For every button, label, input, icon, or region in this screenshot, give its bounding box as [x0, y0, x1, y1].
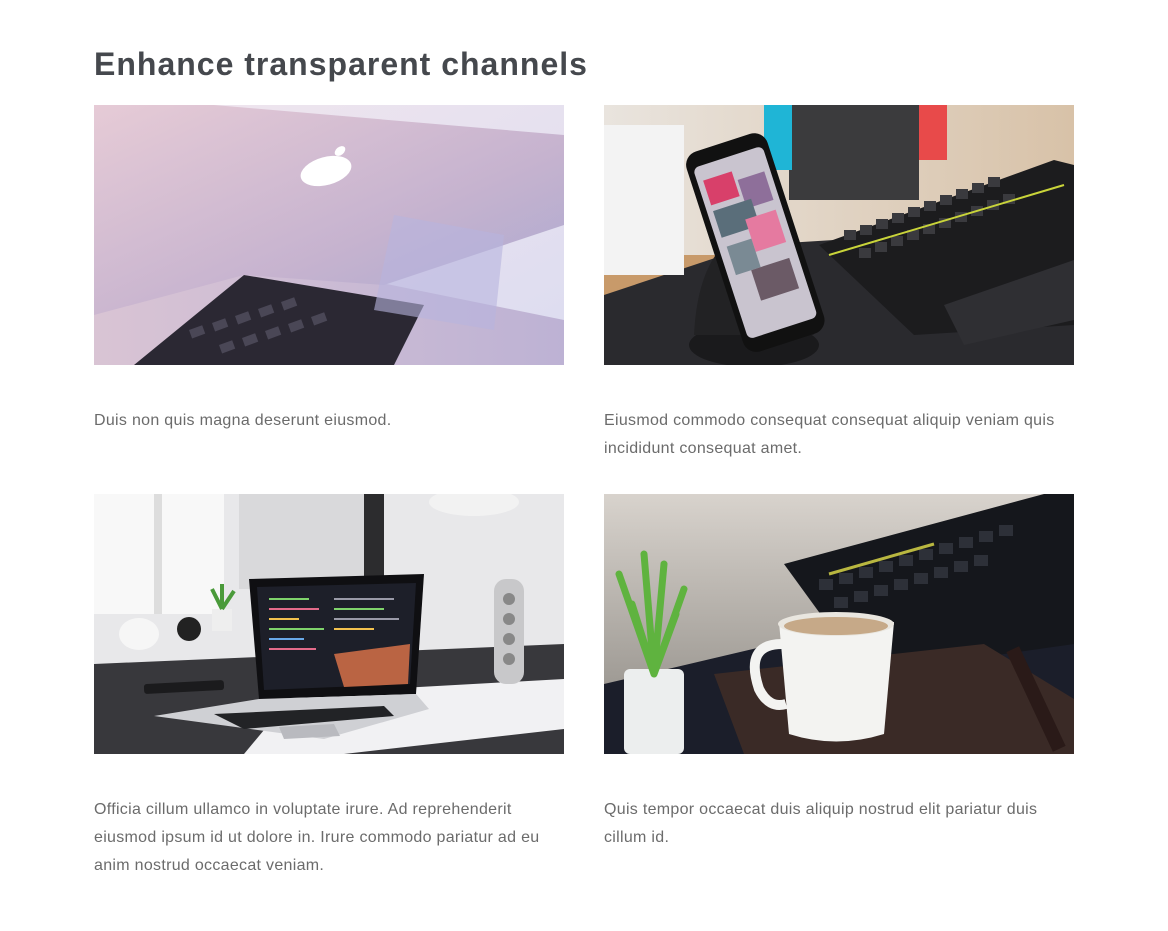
phone-keyboard-image [604, 105, 1074, 365]
laptop-closeup-image [94, 105, 564, 365]
feature-card: Eiusmod commodo consequat consequat aliq… [604, 105, 1074, 463]
feature-card: Quis tempor occaecat duis aliquip nostru… [604, 494, 1074, 852]
card-caption: Quis tempor occaecat duis aliquip nostru… [604, 801, 1038, 846]
laptop-code-desk-image [94, 494, 564, 754]
card-caption: Duis non quis magna deserunt eiusmod. [94, 412, 392, 429]
card-caption: Eiusmod commodo consequat consequat aliq… [604, 412, 1055, 457]
feature-card: Duis non quis magna deserunt eiusmod. [94, 105, 564, 435]
section-title: Enhance transparent channels [94, 46, 588, 82]
coffee-keyboard-image [604, 494, 1074, 754]
feature-card: Officia cillum ullamco in voluptate irur… [94, 494, 564, 880]
card-caption: Officia cillum ullamco in voluptate irur… [94, 801, 540, 874]
